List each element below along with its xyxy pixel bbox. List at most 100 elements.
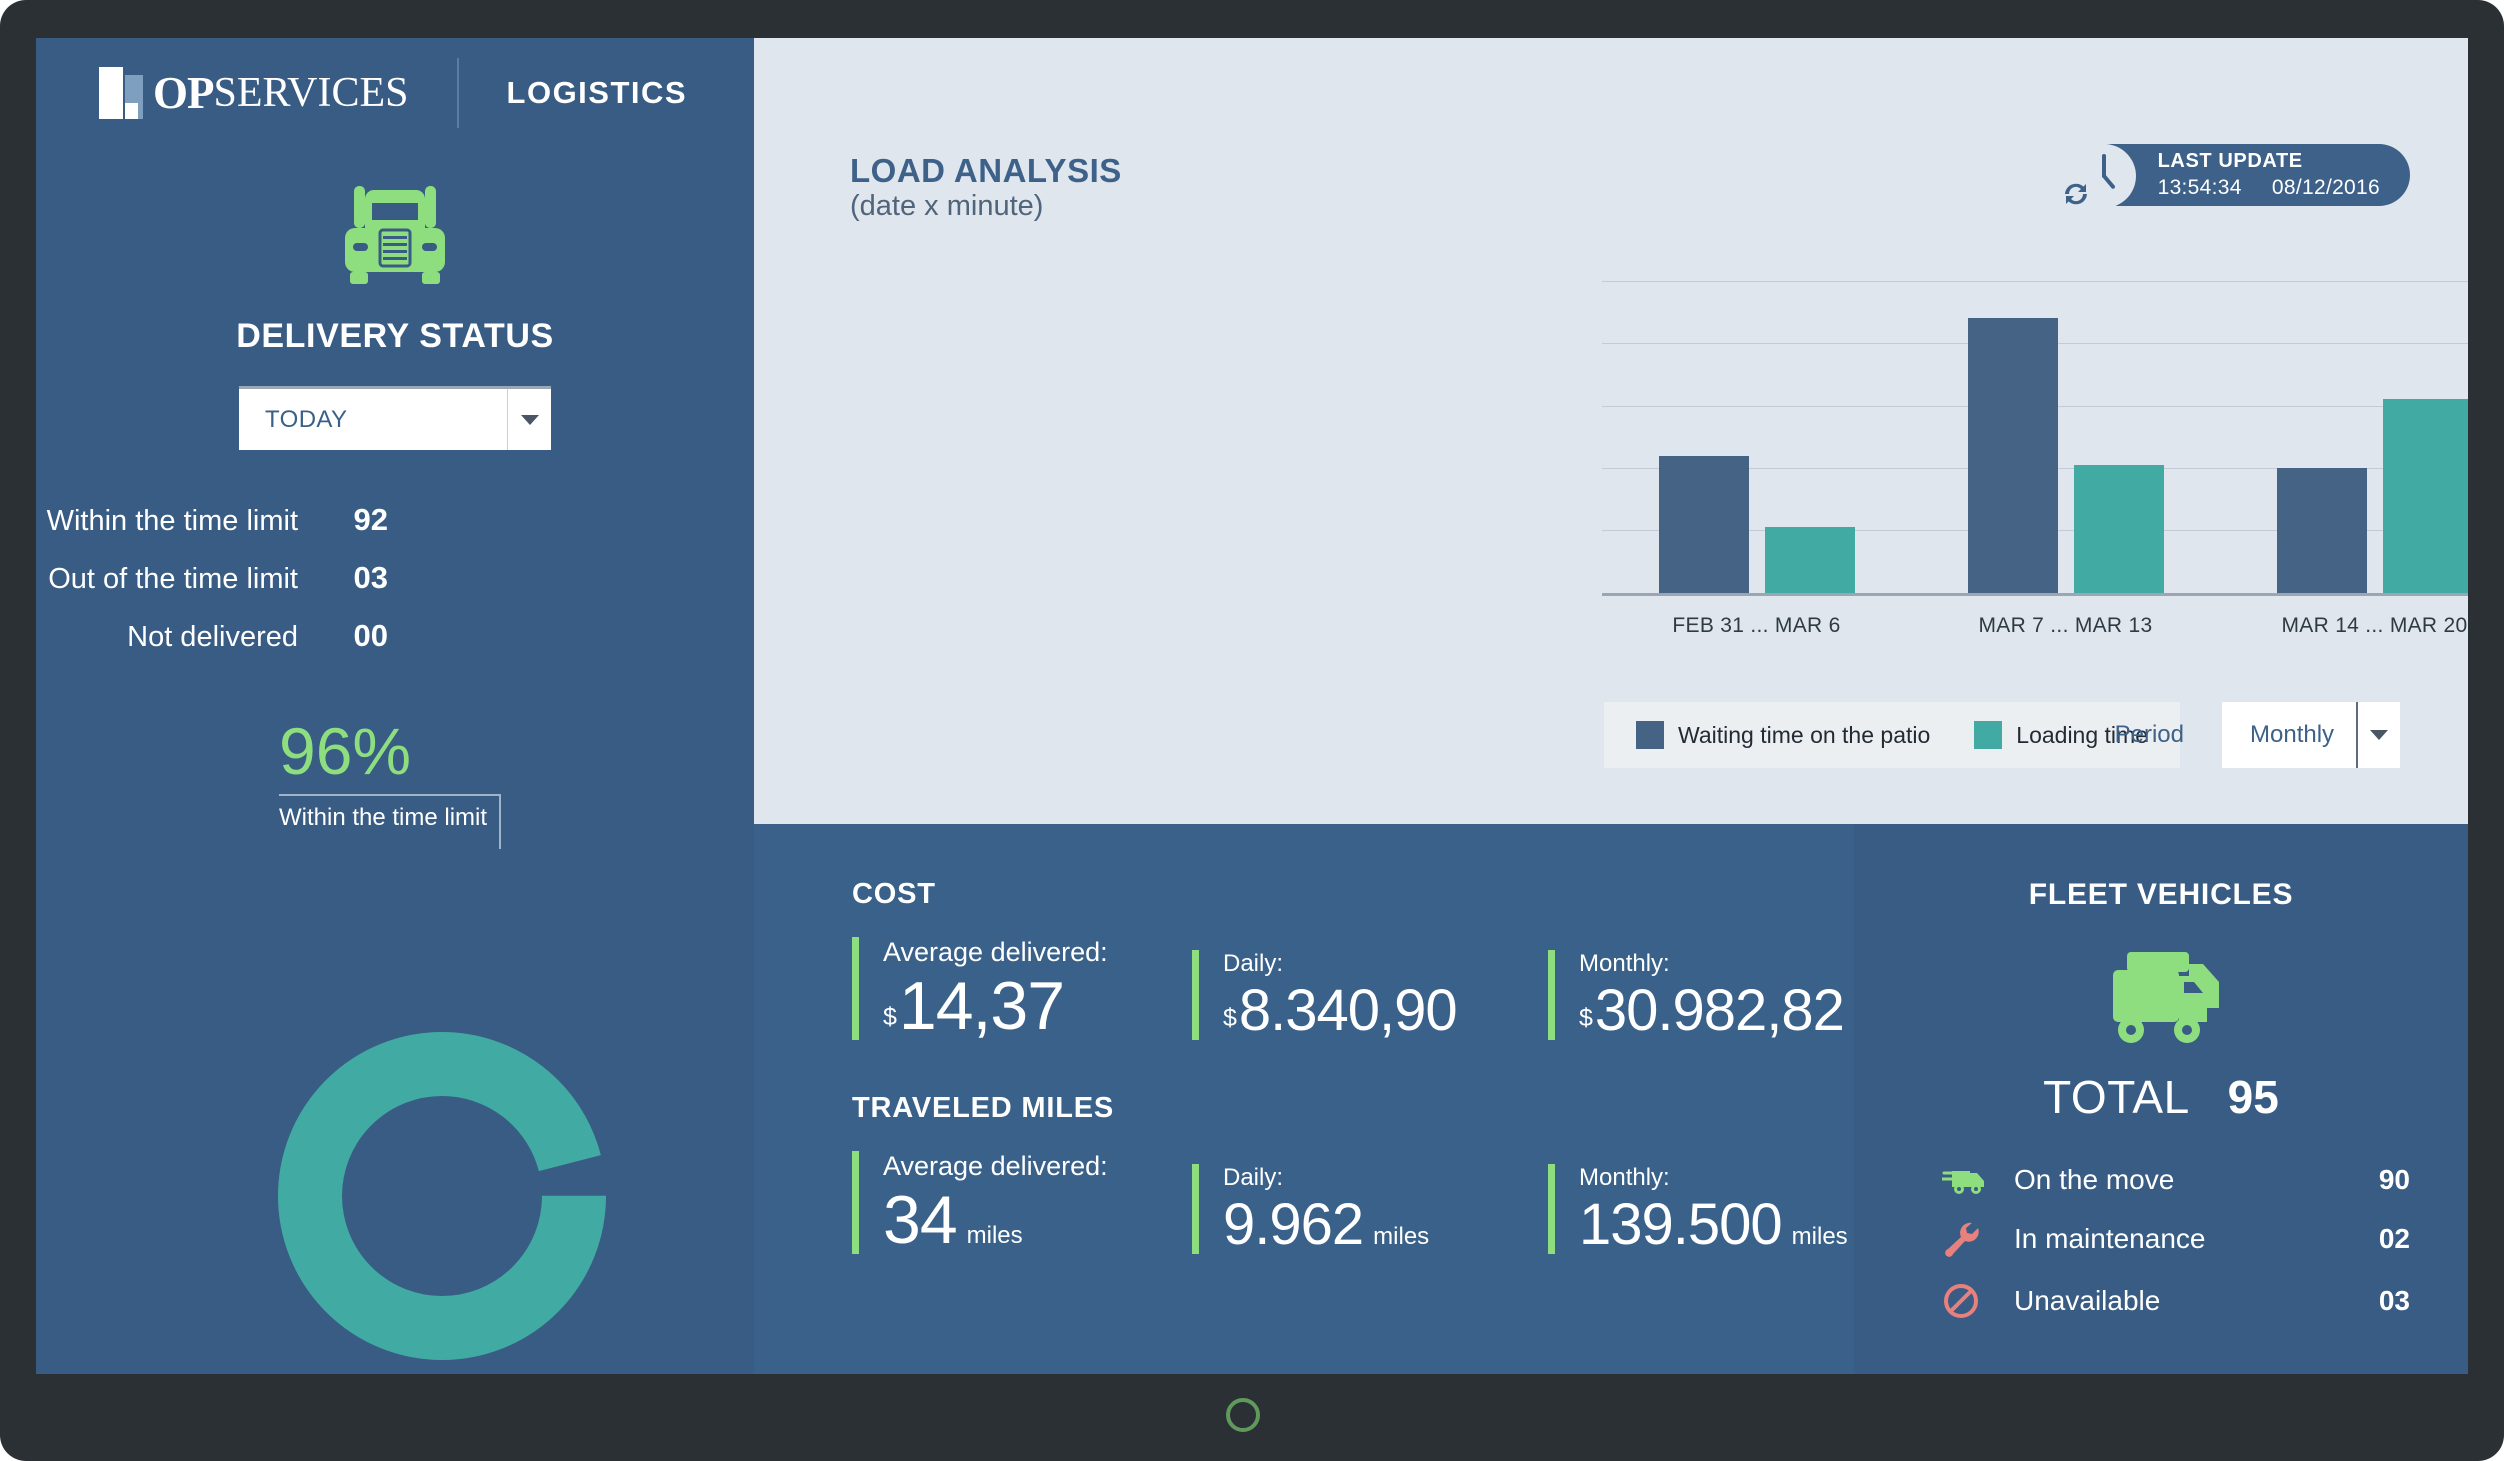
cost-card-average: Average delivered: $ 14,37 xyxy=(852,937,1192,1040)
cost-card-monthly: Monthly: $ 30.982,82 xyxy=(1548,950,1845,1043)
metric-unit: miles xyxy=(1373,1223,1430,1250)
metric-value: 30.982,82 xyxy=(1594,978,1845,1043)
no-entry-icon xyxy=(1942,1282,1998,1320)
metric-value: 34 xyxy=(883,1182,958,1258)
metric-value: 8.340,90 xyxy=(1238,978,1458,1043)
miles-card-average: Average delivered: 34 miles xyxy=(852,1151,1192,1254)
donut-svg xyxy=(278,1032,606,1360)
metric-caption: Daily: xyxy=(1223,1164,1284,1191)
brand-divider xyxy=(456,58,459,128)
fleet-total-value: 95 xyxy=(2227,1071,2279,1123)
bar-waiting-1 xyxy=(1967,318,2058,593)
bar-loading-2 xyxy=(2382,399,2468,593)
bar-group-2 xyxy=(2220,399,2468,593)
stat-row-not-delivered: Not delivered 00 xyxy=(36,618,754,654)
currency-symbol: $ xyxy=(1223,1004,1237,1032)
brand-bar: OP SERVICES LOGISTICS xyxy=(36,38,754,148)
fleet-row-unavailable: Unavailable 03 xyxy=(1942,1282,2410,1320)
chevron-down-icon[interactable] xyxy=(507,389,551,450)
fleet-panel: FLEET VEHICLES TOTAL 95 On the move 90 I… xyxy=(1854,824,2468,1374)
fleet-total: TOTAL 95 xyxy=(2043,1070,2279,1124)
metric-caption: Daily: xyxy=(1223,950,1284,977)
fleet-title: FLEET VEHICLES xyxy=(2028,878,2294,911)
last-update-values: 13:54:34 08/12/2016 xyxy=(2158,176,2380,200)
period-select[interactable]: Monthly xyxy=(2222,702,2400,768)
metric-caption: Monthly: xyxy=(1579,950,1670,977)
last-update-time: 13:54:34 xyxy=(2157,176,2242,199)
chevron-down-icon[interactable] xyxy=(2356,702,2400,768)
period-label: Period xyxy=(2114,721,2184,748)
accent-bar xyxy=(1548,950,1555,1040)
metric-unit: miles xyxy=(966,1222,1023,1249)
stat-label: Out of the time limit xyxy=(48,563,298,595)
tablet-frame: OP SERVICES LOGISTICS DELIVERY STATUS TO… xyxy=(0,0,2504,1461)
fleet-row-on-the-move: On the move 90 xyxy=(1942,1164,2410,1196)
bar-loading-0 xyxy=(1764,527,1855,593)
cost-title: COST xyxy=(852,878,936,910)
metric-unit: miles xyxy=(1791,1223,1848,1250)
fleet-row-label: On the move xyxy=(2014,1164,2175,1195)
miles-title: TRAVELED MILES xyxy=(852,1092,1115,1124)
sidebar: OP SERVICES LOGISTICS DELIVERY STATUS TO… xyxy=(36,38,754,1374)
bar-loading-1 xyxy=(2073,465,2164,593)
load-analysis-subtitle: (date x minute) xyxy=(850,190,1044,222)
accent-bar xyxy=(1192,1164,1199,1254)
accent-bar xyxy=(852,1151,859,1254)
stat-row-out-of-limit: Out of the time limit 03 xyxy=(36,560,754,596)
chart-x-axis-labels: FEB 31 ... MAR 6 MAR 7 ... MAR 13 MAR 14… xyxy=(1602,614,2468,638)
delivery-stats-list: Within the time limit 92 Out of the time… xyxy=(36,502,754,654)
metrics-panel: COST Average delivered: $ 14,37 Daily: $… xyxy=(754,824,1854,1374)
chart-baseline xyxy=(1602,593,2468,596)
opservices-logo: OP SERVICES xyxy=(99,62,409,124)
bar-waiting-2 xyxy=(2276,468,2367,593)
logo-services-text: SERVICES xyxy=(213,70,409,116)
fleet-row-value: 02 xyxy=(2378,1223,2410,1254)
truck-front-icon xyxy=(345,186,445,284)
bar-group-0 xyxy=(1602,456,1911,593)
metric-caption: Monthly: xyxy=(1579,1164,1670,1191)
load-bar-chart xyxy=(1602,281,2468,596)
dashboard-screen: OP SERVICES LOGISTICS DELIVERY STATUS TO… xyxy=(36,38,2468,1374)
accent-bar xyxy=(1548,1164,1555,1254)
chart-bars xyxy=(1602,281,2468,593)
cost-cards: Average delivered: $ 14,37 Daily: $ 8.34… xyxy=(852,937,1854,1040)
metric-caption: Average delivered: xyxy=(883,1151,1108,1181)
bar-waiting-0 xyxy=(1658,456,1749,593)
delivery-donut-chart xyxy=(276,1030,608,1367)
period-control: Period Monthly xyxy=(2115,702,2400,768)
fleet-row-label: Unavailable xyxy=(2014,1285,2161,1316)
two-trucks-icon xyxy=(2113,952,2219,1043)
moving-van-icon xyxy=(1942,1165,1998,1195)
stat-value: 92 xyxy=(353,502,388,537)
miles-card-daily: Daily: 9.962 miles xyxy=(1192,1164,1548,1254)
gauge-caption-rule: Within the time limit xyxy=(279,794,501,849)
fleet-total-label: TOTAL xyxy=(2043,1071,2190,1123)
bottom-section: COST Average delivered: $ 14,37 Daily: $… xyxy=(754,824,2468,1374)
chart-legend: Waiting time on the patio Loading time xyxy=(1604,702,2180,768)
gauge-summary: 96% Within the time limit xyxy=(36,718,754,849)
x-tick-label: MAR 14 ... MAR 20 xyxy=(2281,614,2468,637)
miles-card-monthly: Monthly: 139.500 miles xyxy=(1548,1164,1848,1254)
accent-bar xyxy=(852,937,859,1040)
home-button[interactable] xyxy=(1226,1398,1260,1432)
legend-item-waiting[interactable]: Waiting time on the patio xyxy=(1636,721,1930,749)
cost-card-daily: Daily: $ 8.340,90 xyxy=(1192,950,1548,1040)
load-analysis-panel: LOAD ANALYSIS (date x minute) LAST UPDAT… xyxy=(754,38,2468,824)
fleet-row-value: 90 xyxy=(2378,1164,2410,1195)
miles-cards: Average delivered: 34 miles Daily: 9.962… xyxy=(852,1151,1854,1254)
brand-section-label: LOGISTICS xyxy=(506,75,688,110)
fleet-row-value: 03 xyxy=(2378,1285,2410,1316)
wrench-icon xyxy=(1942,1221,1998,1257)
x-tick-label: FEB 31 ... MAR 6 xyxy=(1672,614,1841,637)
legend-swatch-icon xyxy=(1974,721,2003,749)
metric-caption: Average delivered: xyxy=(883,937,1108,967)
currency-symbol: $ xyxy=(1579,1004,1593,1032)
legend-swatch-icon xyxy=(1636,721,1664,749)
legend-label: Waiting time on the patio xyxy=(1678,721,1931,748)
last-update-date: 08/12/2016 xyxy=(2271,176,2380,199)
delivery-period-select[interactable]: TODAY xyxy=(239,386,551,450)
delivery-period-value: TODAY xyxy=(265,405,348,433)
load-analysis-title: LOAD ANALYSIS xyxy=(850,152,1122,189)
last-update-label: LAST UPDATE xyxy=(2157,150,2303,172)
gauge-caption: Within the time limit xyxy=(279,804,488,831)
